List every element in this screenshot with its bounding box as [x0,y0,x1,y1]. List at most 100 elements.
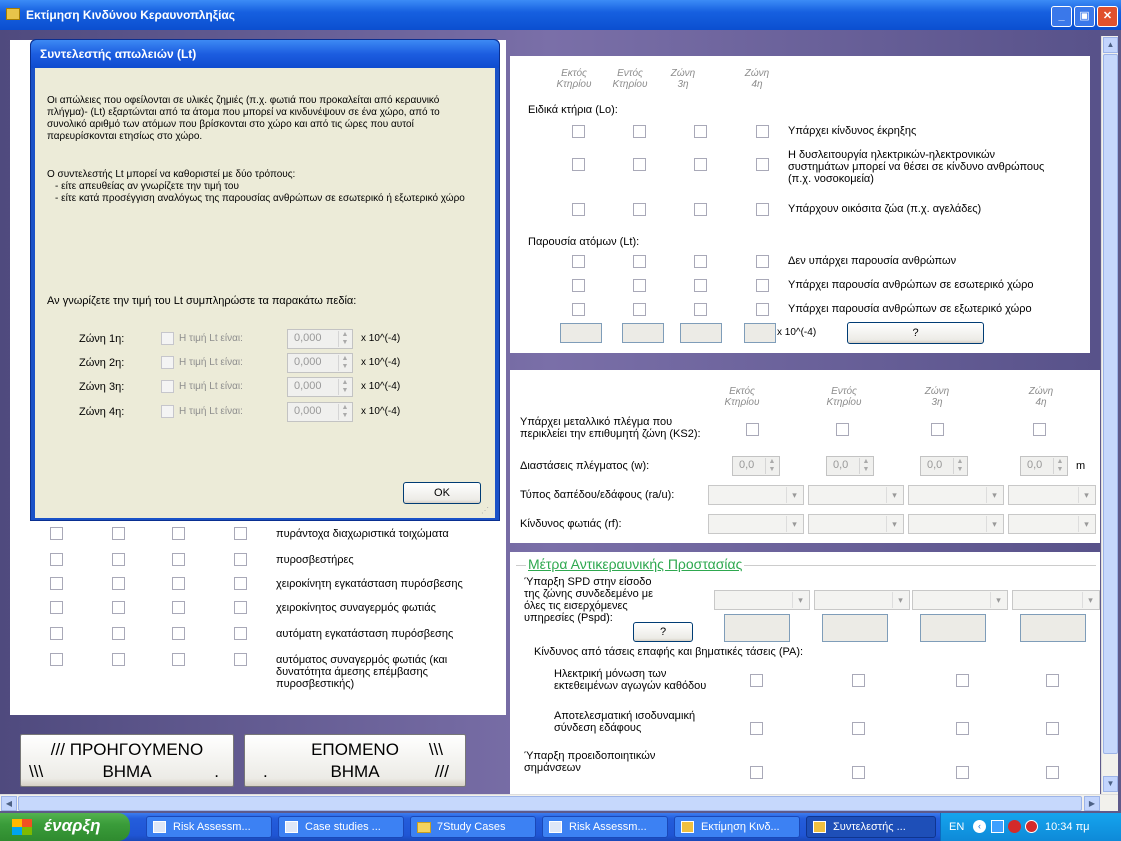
checkbox[interactable] [112,527,125,540]
resize-grip-icon[interactable]: ⋰ [481,506,491,516]
next-step-button[interactable]: ΕΠΟΜΕΝΟ \\\ . ΒΗΜΑ /// [244,734,466,787]
checkbox[interactable] [50,627,63,640]
checkbox[interactable] [694,303,707,316]
checkbox[interactable] [956,766,969,779]
checkbox[interactable] [172,527,185,540]
floor-combo[interactable]: ▾ [708,485,804,505]
checkbox[interactable] [694,203,707,216]
pspd-field[interactable] [1020,614,1086,642]
lt-value-spinner[interactable]: 0,000 ▲ ▼ [287,353,353,373]
vertical-scrollbar[interactable]: ▲ ▼ [1101,36,1118,794]
pspd-field[interactable] [920,614,986,642]
checkbox[interactable] [750,722,763,735]
lt-known-checkbox[interactable] [161,332,174,345]
lt-value-spinner[interactable]: 0,000 ▲ ▼ [287,402,353,422]
checkbox[interactable] [1046,766,1059,779]
checkbox[interactable] [931,423,944,436]
w-outside-spinner[interactable]: 0,0 ▲ ▼ [732,456,780,476]
checkbox[interactable] [572,255,585,268]
scroll-left-button[interactable]: ◀ [1,796,17,811]
spd-combo[interactable]: ▾ [912,590,1008,610]
lt-help-button[interactable]: ? [847,322,984,344]
task-button[interactable]: 7Study Cases [410,816,536,838]
task-button[interactable]: Εκτίμηση Κινδ... [674,816,800,838]
checkbox[interactable] [112,601,125,614]
spd-combo[interactable]: ▾ [714,590,810,610]
antivirus-icon[interactable] [1025,820,1038,833]
minimize-button[interactable]: _ [1051,6,1072,27]
checkbox[interactable] [572,158,585,171]
fire-combo[interactable]: ▾ [908,514,1004,534]
lt-value-spinner[interactable]: 0,000 ▲ ▼ [287,377,353,397]
checkbox[interactable] [756,158,769,171]
checkbox[interactable] [234,553,247,566]
checkbox[interactable] [633,255,646,268]
floor-combo[interactable]: ▾ [808,485,904,505]
ok-button[interactable]: OK [403,482,481,504]
task-button[interactable]: Risk Assessm... [542,816,668,838]
scroll-thumb[interactable] [1103,54,1118,754]
checkbox[interactable] [756,125,769,138]
checkbox[interactable] [836,423,849,436]
close-button[interactable]: ✕ [1097,6,1118,27]
checkbox[interactable] [234,653,247,666]
lt-zone4-field[interactable] [744,323,776,343]
checkbox[interactable] [572,203,585,216]
checkbox[interactable] [633,125,646,138]
scroll-down-button[interactable]: ▼ [1103,776,1118,792]
spd-help-button[interactable]: ? [633,622,693,642]
spd-combo[interactable]: ▾ [814,590,910,610]
checkbox[interactable] [694,279,707,292]
checkbox[interactable] [956,722,969,735]
checkbox[interactable] [572,125,585,138]
checkbox[interactable] [112,627,125,640]
checkbox[interactable] [956,674,969,687]
task-button[interactable]: Risk Assessm... [146,816,272,838]
lt-known-checkbox[interactable] [161,356,174,369]
checkbox[interactable] [633,158,646,171]
checkbox[interactable] [234,601,247,614]
pspd-field[interactable] [822,614,888,642]
checkbox[interactable] [172,627,185,640]
scroll-right-button[interactable]: ▶ [1084,796,1100,811]
checkbox[interactable] [112,653,125,666]
hscroll-thumb[interactable] [18,796,1082,811]
checkbox[interactable] [50,653,63,666]
checkbox[interactable] [756,203,769,216]
checkbox[interactable] [572,279,585,292]
floor-combo[interactable]: ▾ [908,485,1004,505]
checkbox[interactable] [234,577,247,590]
pspd-field[interactable] [724,614,790,642]
floor-combo[interactable]: ▾ [1008,485,1096,505]
checkbox[interactable] [756,303,769,316]
lt-known-checkbox[interactable] [161,380,174,393]
checkbox[interactable] [572,303,585,316]
checkbox[interactable] [50,601,63,614]
w-zone4-spinner[interactable]: 0,0 ▲ ▼ [1020,456,1068,476]
previous-step-button[interactable]: /// ΠΡΟΗΓΟΥΜΕΝΟ \\\ ΒΗΜΑ. [20,734,234,787]
checkbox[interactable] [750,766,763,779]
checkbox[interactable] [852,722,865,735]
checkbox[interactable] [50,527,63,540]
checkbox[interactable] [172,653,185,666]
checkbox[interactable] [50,577,63,590]
checkbox[interactable] [633,203,646,216]
horizontal-scrollbar[interactable]: ◀ ▶ [0,794,1118,811]
chevron-left-icon[interactable]: ‹ [973,820,986,833]
language-indicator[interactable]: EN [949,821,964,833]
checkbox[interactable] [756,255,769,268]
checkbox[interactable] [852,766,865,779]
checkbox[interactable] [172,577,185,590]
lt-value-spinner[interactable]: 0,000 ▲ ▼ [287,329,353,349]
checkbox[interactable] [852,674,865,687]
checkbox[interactable] [1046,674,1059,687]
lt-zone3-field[interactable] [680,323,722,343]
checkbox[interactable] [756,279,769,292]
checkbox[interactable] [50,553,63,566]
scroll-up-button[interactable]: ▲ [1103,37,1118,53]
checkbox[interactable] [1033,423,1046,436]
lt-inside-field[interactable] [622,323,664,343]
shield-icon[interactable] [1008,820,1021,833]
checkbox[interactable] [112,553,125,566]
checkbox[interactable] [633,303,646,316]
